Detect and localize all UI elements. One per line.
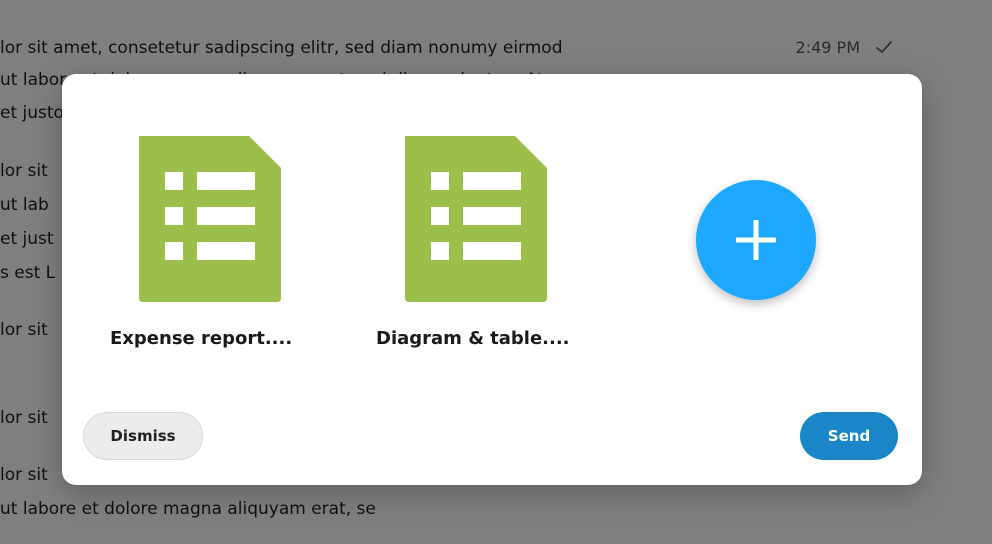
attachment-item[interactable]: Diagram & table.... (366, 136, 586, 349)
attachment-label: Diagram & table.... (376, 328, 570, 349)
add-attachment-button[interactable] (696, 180, 816, 300)
attachment-label: Expense report.... (110, 328, 293, 349)
dismiss-button[interactable]: Dismiss (83, 412, 203, 460)
plus-icon (736, 220, 776, 260)
attachment-dialog: Expense report.... Diagram & table.... D… (62, 74, 922, 485)
attachment-item[interactable]: Expense report.... (100, 136, 320, 349)
spreadsheet-file-icon (405, 136, 547, 302)
spreadsheet-file-icon (139, 136, 281, 302)
send-button[interactable]: Send (800, 412, 898, 460)
